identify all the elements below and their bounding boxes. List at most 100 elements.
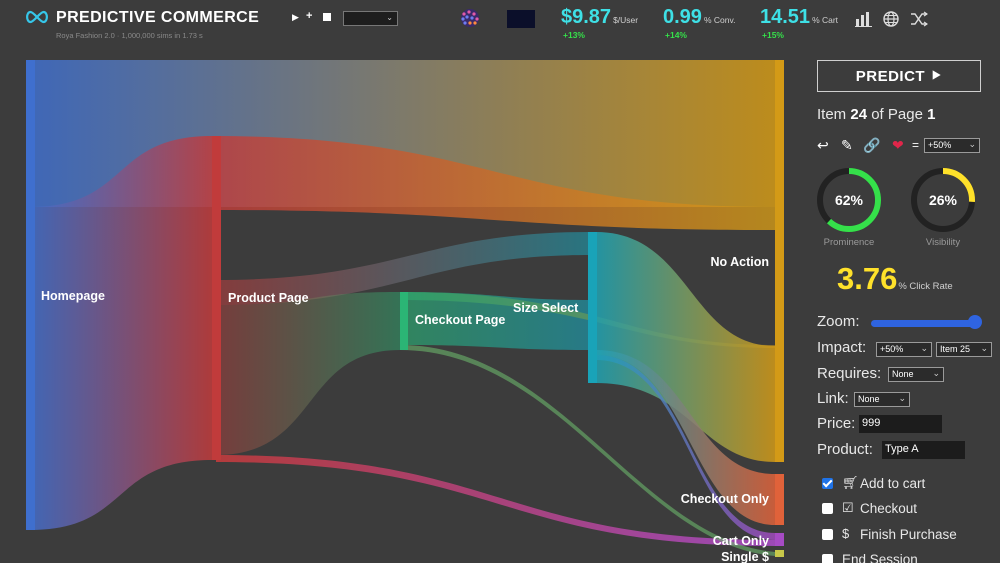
zoom-slider[interactable] — [871, 320, 981, 327]
metric-value: 0.99 — [663, 6, 702, 28]
metric-per-user: $9.87 $/User +13% — [561, 6, 638, 40]
node-label-product-page: Product Page — [228, 291, 309, 305]
metric-unit: % Cart — [812, 15, 839, 25]
price-input[interactable]: 999 — [859, 415, 942, 433]
run-subtitle: Roya Fashion 2.0 · 1,000,000 sims in 1.7… — [56, 31, 203, 40]
finish-purchase-label: Finish Purchase — [860, 527, 957, 542]
globe-icon[interactable] — [882, 11, 900, 27]
stop-icon[interactable] — [323, 13, 331, 21]
predict-button[interactable]: PREDICT ⯈ — [817, 60, 981, 92]
metric-delta: +14% — [665, 30, 687, 40]
visibility-gauge: 26% — [911, 168, 975, 232]
finish-purchase-checkbox[interactable] — [822, 529, 833, 540]
click-rate-value: 3.76 — [837, 261, 898, 296]
infinity-logo-icon — [26, 10, 48, 24]
metric-value: 14.51 — [760, 6, 811, 28]
add-button[interactable]: + — [306, 10, 312, 22]
requires-value: None — [892, 369, 914, 379]
end-session-label: End Session — [842, 552, 918, 563]
node-label-checkout-page: Checkout Page — [415, 313, 505, 327]
link-label: Link: — [817, 390, 849, 407]
journey-sankey: Homepage Product Page Checkout Page Size… — [26, 60, 784, 563]
visibility-value: 26% — [929, 192, 958, 208]
node-label-size-select: Size Select — [513, 301, 579, 315]
chevron-down-icon: ⌄ — [980, 343, 988, 353]
impact-item-select[interactable]: Item 25 ⌄ — [936, 342, 992, 357]
prominence-gauge: 62% — [817, 168, 881, 232]
undo-icon[interactable]: ↩ — [817, 137, 829, 154]
impact-select[interactable]: +50% ⌄ — [876, 342, 932, 357]
item-number: 24 — [850, 106, 868, 123]
checkbox-checked-icon: ☑ — [842, 500, 854, 515]
pencil-icon[interactable]: ✎ — [841, 137, 853, 154]
end-session-checkbox[interactable] — [822, 554, 833, 563]
metric-delta: +15% — [762, 30, 784, 40]
app-brand: PREDICTIVE COMMERCE — [56, 9, 260, 26]
brain-network-icon[interactable] — [455, 7, 485, 29]
flow-product-checkout-page — [216, 292, 400, 455]
node-label-checkout-only: Checkout Only — [681, 492, 769, 506]
link-select[interactable]: None ⌄ — [854, 392, 910, 407]
metric-delta: +13% — [563, 30, 585, 40]
metric-value: $9.87 — [561, 6, 612, 28]
node-label-no-action: No Action — [710, 255, 769, 269]
checkout-label: Checkout — [860, 501, 918, 516]
equals-sign: = — [912, 138, 920, 152]
item-prefix: Item — [817, 106, 847, 123]
checkout-checkbox[interactable] — [822, 503, 833, 514]
product-input[interactable]: Type A — [882, 441, 965, 459]
chevron-down-icon: ⌄ — [386, 13, 393, 22]
prominence-label: Prominence — [823, 237, 875, 248]
visibility-label: Visibility — [925, 237, 961, 248]
preview-swatch[interactable] — [507, 10, 535, 28]
metric-conversion: 0.99% Conv. +14% — [663, 6, 736, 40]
node-product-page — [212, 136, 221, 460]
scenario-select[interactable]: ⌄ — [343, 11, 398, 26]
impact-label: Impact: — [817, 339, 867, 356]
heart-icon[interactable]: ❤ — [892, 137, 904, 154]
node-label-single: Single $ — [721, 550, 769, 563]
requires-select[interactable]: None ⌄ — [888, 367, 944, 382]
node-size-select — [588, 232, 597, 383]
impact-value: +50% — [880, 344, 904, 354]
requires-label: Requires: — [817, 365, 882, 382]
bar-chart-icon[interactable] — [855, 11, 873, 27]
click-rate-unit: % Click Rate — [898, 281, 953, 292]
price-label: Price: — [817, 415, 856, 432]
add-to-cart-checkbox[interactable] — [822, 478, 833, 489]
node-label-cart-only: Cart Only — [713, 534, 769, 548]
app-header: PREDICTIVE COMMERCE Roya Fashion 2.0 · 1… — [0, 0, 1000, 48]
click-rate: 3.76% Click Rate — [837, 261, 953, 297]
node-single — [775, 550, 784, 557]
dollar-icon: $ — [842, 526, 850, 541]
play-icon[interactable]: ▶ — [292, 12, 299, 23]
product-label: Product: — [817, 441, 873, 458]
chevron-down-icon: ⌄ — [968, 139, 976, 149]
cart-icon: 🛒︎ — [842, 475, 859, 490]
metric-cart: 14.51% Cart +15% — [760, 6, 839, 40]
item-toolbar: ↩ ✎ 🔗 ❤ = +50% ⌄ — [817, 137, 997, 155]
node-label-homepage: Homepage — [41, 289, 105, 303]
add-to-cart-label: Add to cart — [860, 476, 926, 491]
zoom-slider-handle[interactable] — [968, 315, 982, 329]
link-icon[interactable]: 🔗 — [863, 137, 880, 154]
node-checkout-only — [775, 474, 784, 525]
prominence-value: 62% — [835, 192, 864, 208]
node-checkout-page — [400, 292, 408, 350]
zoom-label: Zoom: — [817, 313, 860, 330]
shuffle-icon[interactable] — [910, 11, 928, 27]
impact-item-value: Item 25 — [940, 344, 971, 354]
page-number: 1 — [927, 106, 936, 123]
node-no-action — [775, 60, 784, 462]
heart-boost-select[interactable]: +50% ⌄ — [924, 138, 980, 153]
link-value: None — [858, 394, 880, 404]
chevron-down-icon: ⌄ — [920, 343, 928, 353]
heart-boost-value: +50% — [928, 140, 952, 150]
node-homepage — [26, 60, 35, 530]
chevron-down-icon: ⌄ — [898, 393, 906, 403]
item-panel: PREDICT ⯈ Item 24 of Page 1 ↩ ✎ 🔗 ❤ = +5… — [806, 55, 1000, 563]
item-position: Item 24 of Page 1 — [817, 106, 935, 123]
metric-unit: % Conv. — [703, 15, 736, 25]
item-middle: of Page — [871, 106, 923, 123]
node-cart-only — [775, 533, 784, 546]
